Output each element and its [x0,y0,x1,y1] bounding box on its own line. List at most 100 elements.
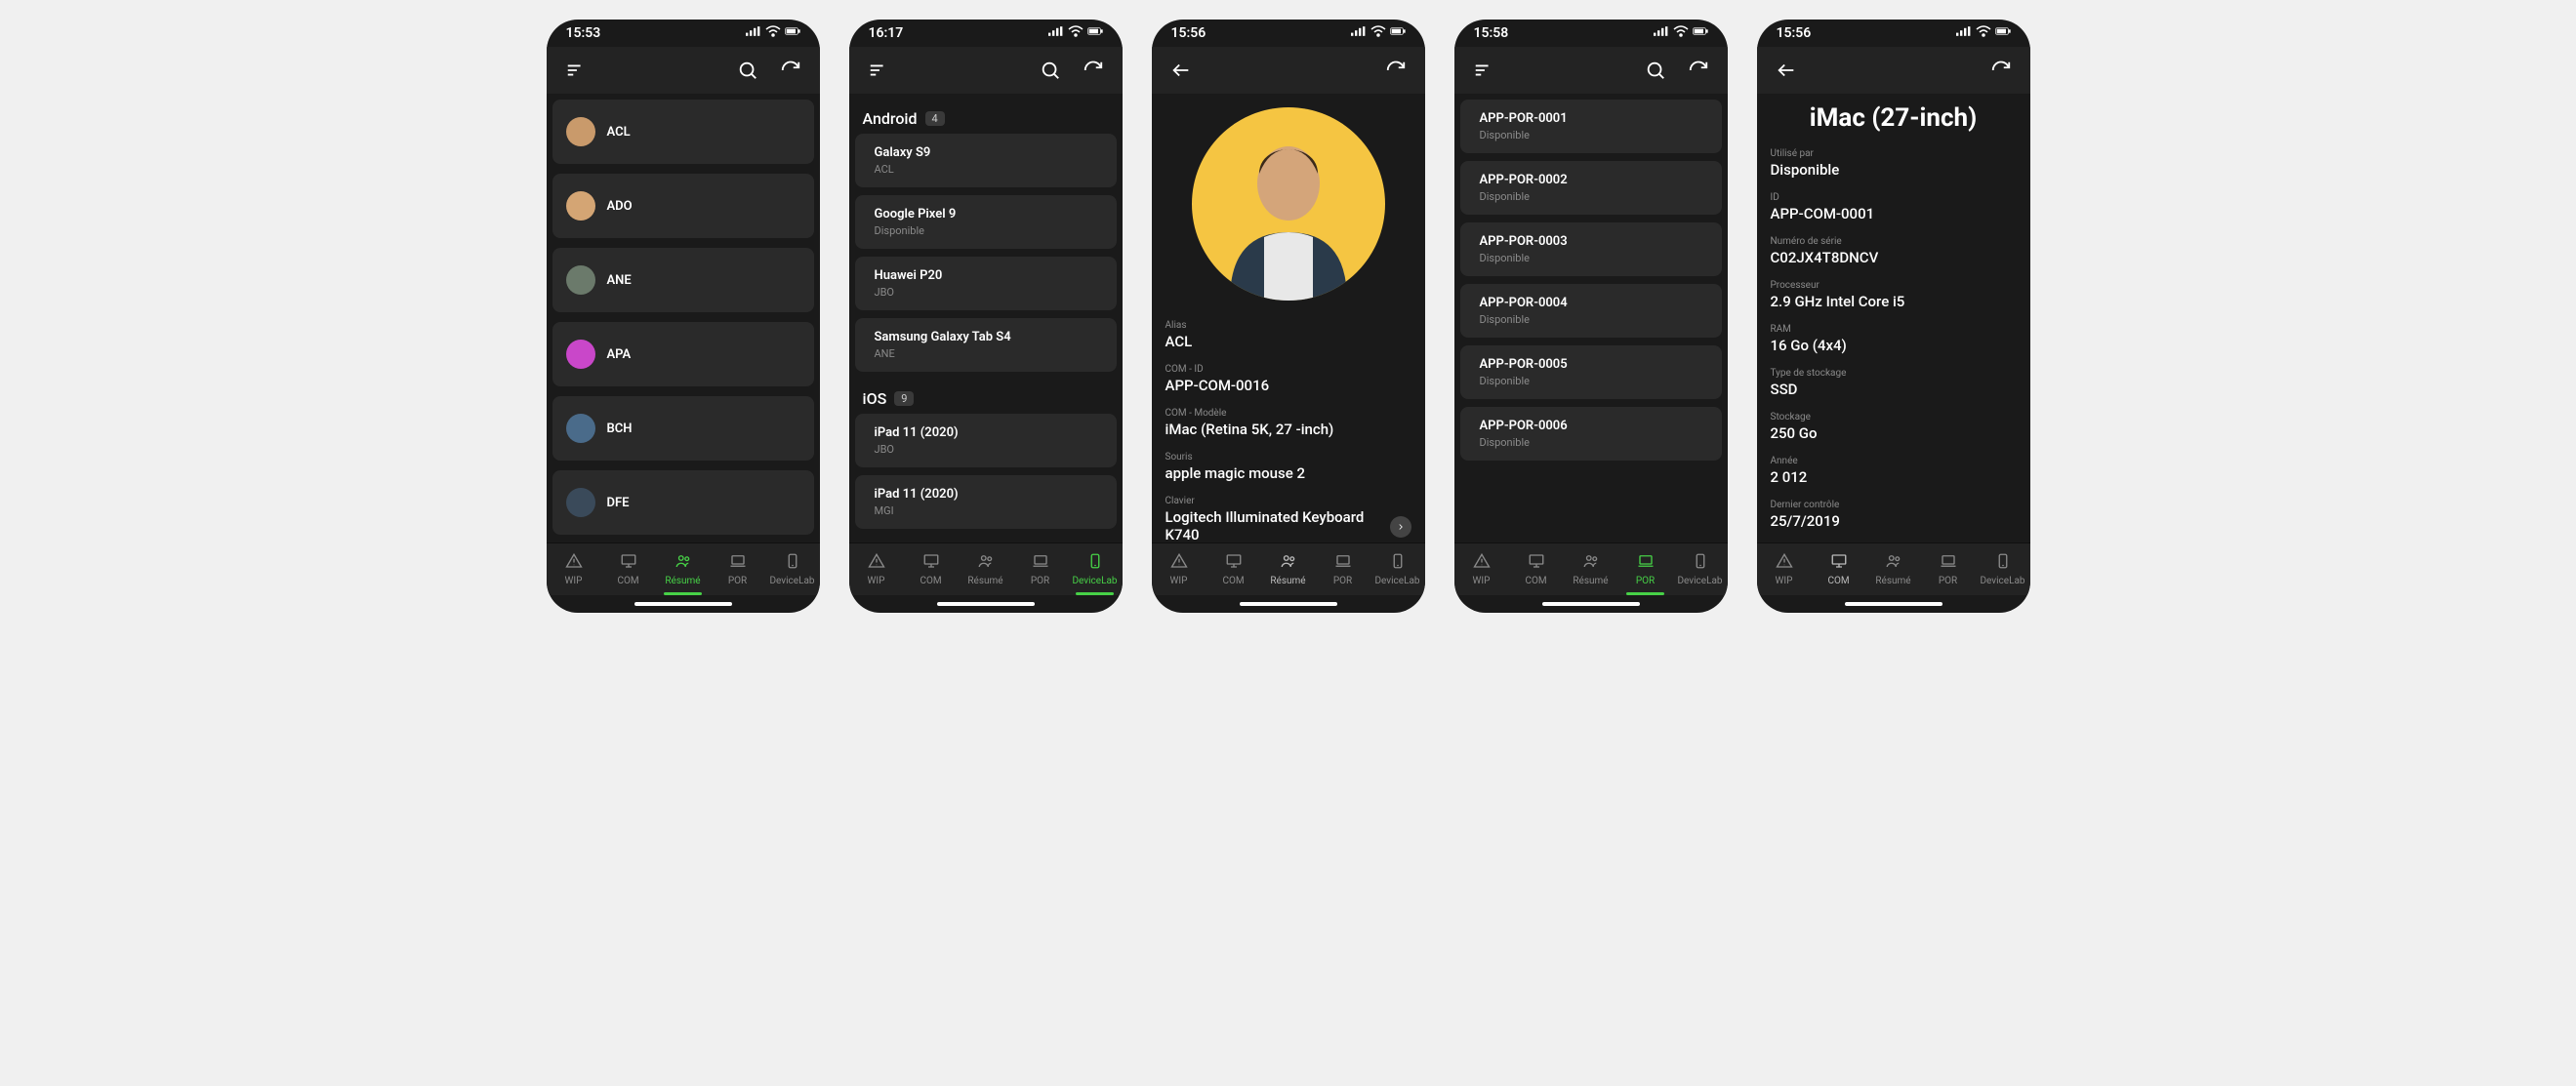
nav-label: POR [728,576,747,586]
field-value: apple magic mouse 2 [1165,464,1411,482]
person-name: ADO [607,199,633,214]
back-button[interactable] [1164,53,1199,88]
nav-label: Résumé [1573,576,1608,586]
list-row[interactable]: APP-POR-0005 Disponible [1460,345,1722,399]
topbar [1757,47,2030,94]
device-row[interactable]: iPad 11 (2020) MGI [855,475,1117,529]
field-label: Utilisé par [1771,148,2017,159]
list-row[interactable]: APP-POR-0006 Disponible [1460,407,1722,461]
nav-por[interactable]: POR [1618,543,1673,595]
person-name: ACL [607,125,631,140]
device-row[interactable]: Huawei P20 JBO [855,257,1117,310]
nav-com[interactable]: COM [1812,543,1866,595]
chevron-right-icon[interactable] [1390,516,1411,538]
device-row[interactable]: Galaxy S9 ACL [855,134,1117,187]
nav-label: DeviceLab [769,576,814,586]
wifi-icon [1673,25,1689,41]
nav-wip[interactable]: WIP [547,543,601,595]
field-label: COM - Modèle [1165,408,1411,419]
person-row[interactable]: BCH [552,396,814,461]
device-row[interactable]: iPad 11 (2020) JBO [855,414,1117,467]
nav-com[interactable]: COM [1206,543,1261,595]
detail-field: Utilisé par Disponible [1771,148,2017,179]
nav-devicelab[interactable]: DeviceLab [765,543,820,595]
nav-label: WIP [1776,576,1793,586]
nav-résumé[interactable]: Résumé [959,543,1013,595]
section-header: iOS 9 [855,380,1117,414]
nav-por[interactable]: POR [1013,543,1068,595]
device-status: ANE [875,347,1097,360]
nav-résumé[interactable]: Résumé [1866,543,1921,595]
field-label: ID [1771,192,2017,203]
item-id: APP-POR-0002 [1480,173,1702,187]
section-count: 9 [894,391,914,406]
menu-button[interactable] [861,53,896,88]
nav-label: POR [1031,576,1049,586]
nav-por[interactable]: POR [711,543,765,595]
nav-label: Résumé [967,576,1002,586]
nav-por[interactable]: POR [1921,543,1976,595]
person-row[interactable]: ADO [552,174,814,238]
battery-icon [1693,25,1708,41]
list-row[interactable]: APP-POR-0003 Disponible [1460,222,1722,276]
list-row[interactable]: APP-POR-0004 Disponible [1460,284,1722,338]
nav-label: Résumé [1270,576,1305,586]
person-row[interactable]: ACL [552,100,814,164]
back-button[interactable] [1769,53,1804,88]
search-button[interactable] [1638,53,1673,88]
nav-label: COM [1525,576,1546,586]
refresh-button[interactable] [1681,53,1716,88]
nav-devicelab[interactable]: DeviceLab [1673,543,1728,595]
nav-wip[interactable]: WIP [1454,543,1509,595]
home-indicator [547,595,820,613]
avatar [566,117,595,146]
nav-com[interactable]: COM [904,543,959,595]
field-value: SSD [1771,381,2017,398]
bottom-nav: WIP COM Résumé POR DeviceLab [1152,543,1425,595]
item-status: Disponible [1480,313,1702,326]
nav-com[interactable]: COM [601,543,656,595]
device-status: JBO [875,443,1097,456]
nav-devicelab[interactable]: DeviceLab [1370,543,1425,595]
device-row[interactable]: Samsung Galaxy Tab S4 ANE [855,318,1117,372]
person-row[interactable]: ANE [552,248,814,312]
person-row[interactable]: DFE [552,470,814,535]
topbar [849,47,1123,94]
person-name: DFE [607,496,630,510]
nav-devicelab[interactable]: DeviceLab [1068,543,1123,595]
nav-résumé[interactable]: Résumé [656,543,711,595]
refresh-button[interactable] [1378,53,1413,88]
topbar [1152,47,1425,94]
nav-com[interactable]: COM [1509,543,1564,595]
profile-field-row[interactable]: Clavier Logitech Illuminated Keyboard K7… [1165,496,1411,543]
refresh-button[interactable] [773,53,808,88]
nav-por[interactable]: POR [1316,543,1370,595]
nav-wip[interactable]: WIP [1152,543,1206,595]
people-icon [1280,552,1297,573]
refresh-button[interactable] [1076,53,1111,88]
section-count: 4 [925,111,945,126]
field-label: Alias [1165,320,1411,331]
nav-wip[interactable]: WIP [1757,543,1812,595]
person-row[interactable]: APA [552,322,814,386]
menu-button[interactable] [558,53,593,88]
list-row[interactable]: APP-POR-0001 Disponible [1460,100,1722,153]
list-row[interactable]: APP-POR-0002 Disponible [1460,161,1722,215]
wifi-icon [1976,25,1991,41]
refresh-button[interactable] [1983,53,2019,88]
field-label: Souris [1165,452,1411,463]
battery-icon [785,25,800,41]
wifi-icon [1068,25,1084,41]
nav-résumé[interactable]: Résumé [1564,543,1618,595]
search-button[interactable] [730,53,765,88]
search-button[interactable] [1033,53,1068,88]
nav-devicelab[interactable]: DeviceLab [1976,543,2030,595]
menu-button[interactable] [1466,53,1501,88]
nav-résumé[interactable]: Résumé [1261,543,1316,595]
phone-screen: 15:53 ACL ADO ANE APA [547,20,820,613]
nav-label: COM [617,576,638,586]
nav-wip[interactable]: WIP [849,543,904,595]
device-row[interactable]: Google Pixel 9 Disponible [855,195,1117,249]
field-value: 250 Go [1771,424,2017,442]
item-id: APP-POR-0003 [1480,234,1702,249]
